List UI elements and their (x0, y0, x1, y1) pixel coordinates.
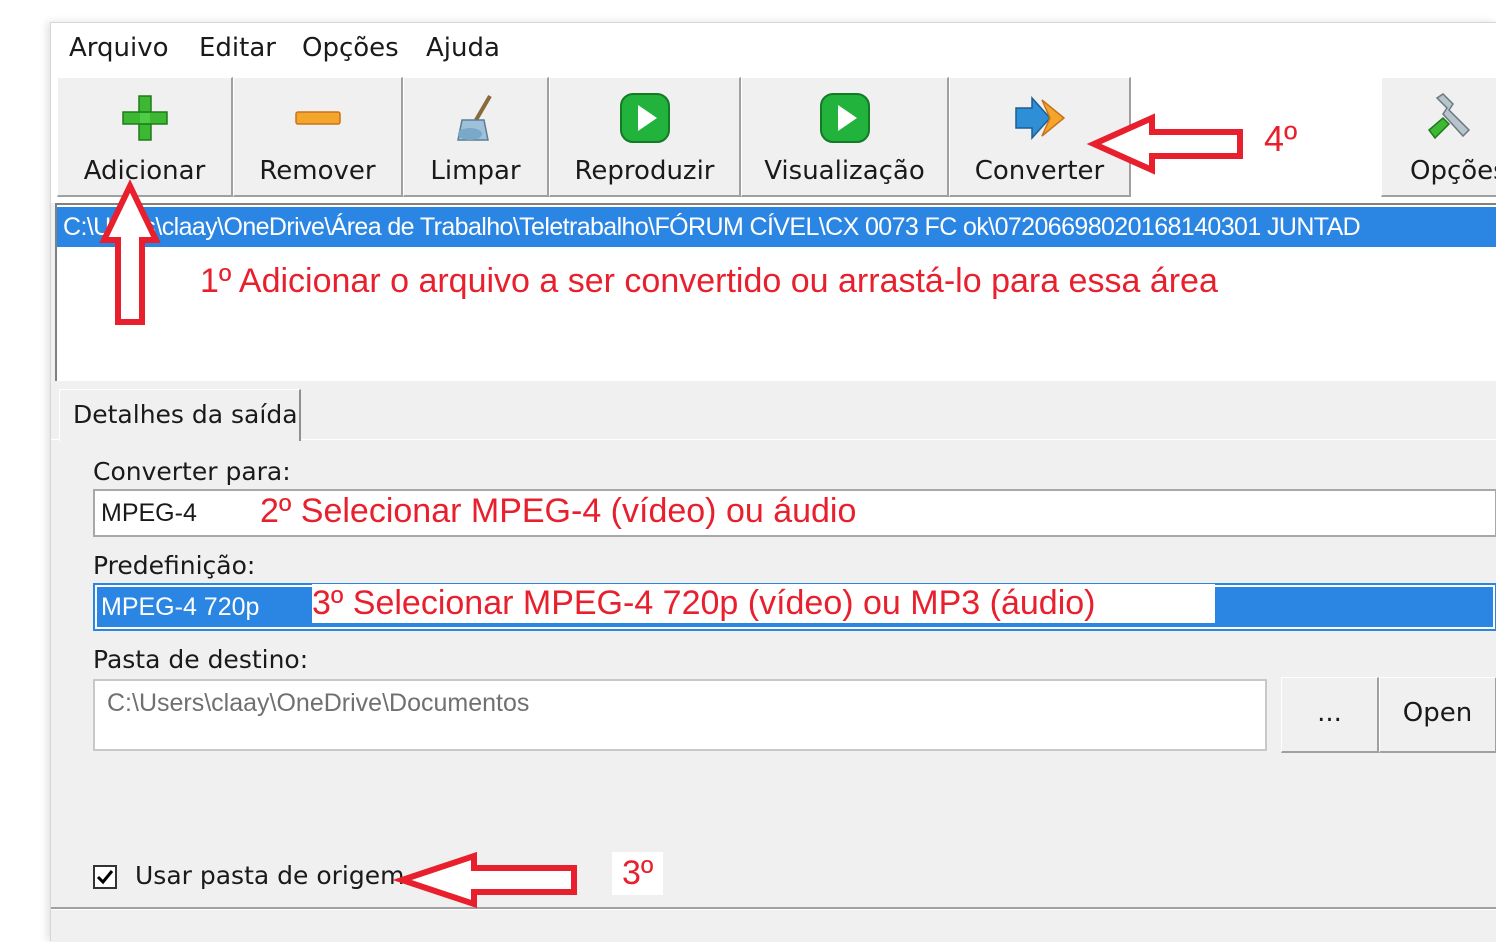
annotation-step3: 3º Selecionar MPEG-4 720p (vídeo) ou MP3… (312, 584, 1216, 623)
menu-editar[interactable]: Editar (199, 33, 276, 63)
use-source-folder-checkbox[interactable] (93, 865, 117, 889)
menu-ajuda[interactable]: Ajuda (426, 33, 500, 63)
preset-label: Predefinição: (93, 551, 256, 580)
annotation-step2: 2º Selecionar MPEG-4 (vídeo) ou áudio (252, 492, 865, 531)
minus-icon (294, 111, 341, 125)
broom-icon (456, 94, 492, 141)
menu-arquivo[interactable]: Arquivo (69, 33, 169, 63)
arrow-left-convert-annotation (1086, 113, 1243, 175)
remove-button[interactable]: Remover (233, 77, 403, 197)
arrow-left-checkbox-annotation (392, 851, 577, 909)
convert-arrows-icon (1014, 96, 1065, 140)
play-button[interactable]: Reproduzir (549, 77, 741, 197)
checkmark-icon (96, 870, 114, 885)
plus-icon (121, 95, 168, 141)
add-button[interactable]: Adicionar (57, 77, 233, 197)
dest-folder-label: Pasta de destino: (93, 645, 309, 674)
preview-button[interactable]: Visualização (741, 77, 949, 197)
arrow-up-annotation (99, 179, 161, 325)
file-list-item-selected[interactable]: C:\Users\claay\OneDrive\Área de Trabalho… (57, 207, 1496, 247)
menu-opcoes[interactable]: Opções (302, 33, 399, 63)
remove-label: Remover (259, 156, 376, 186)
tab-output-details-label: Detalhes da saída (73, 400, 298, 429)
preset-value: MPEG-4 720p (101, 593, 260, 621)
preview-label: Visualização (764, 156, 925, 186)
annotation-step4: 4º (1252, 116, 1310, 162)
dest-folder-value: C:\Users\claay\OneDrive\Documentos (107, 689, 530, 717)
tab-output-details[interactable]: Detalhes da saída (59, 389, 301, 441)
wrench-icon (1427, 93, 1470, 140)
options-button[interactable]: Opções (1381, 77, 1496, 197)
play-label: Reproduzir (574, 156, 715, 186)
status-bar (51, 909, 1496, 942)
open-button[interactable]: Open (1379, 677, 1496, 753)
use-source-folder-label: Usar pasta de origem (135, 861, 405, 890)
convert-to-label: Converter para: (93, 457, 291, 486)
play-icon (619, 93, 670, 143)
annotation-step1: 1º Adicionar o arquivo a ser convertido … (200, 262, 1218, 300)
options-label: Opções (1410, 156, 1496, 186)
convert-to-value: MPEG-4 (101, 499, 197, 527)
menu-bar: Arquivo Editar Opções Ajuda (51, 23, 1496, 75)
dest-folder-input[interactable]: C:\Users\claay\OneDrive\Documentos (93, 679, 1267, 751)
browse-button[interactable]: ... (1281, 677, 1379, 753)
annotation-step3b: 3º (612, 852, 664, 895)
clear-button[interactable]: Limpar (403, 77, 549, 197)
preview-play-icon (819, 93, 870, 143)
clear-label: Limpar (430, 156, 521, 186)
